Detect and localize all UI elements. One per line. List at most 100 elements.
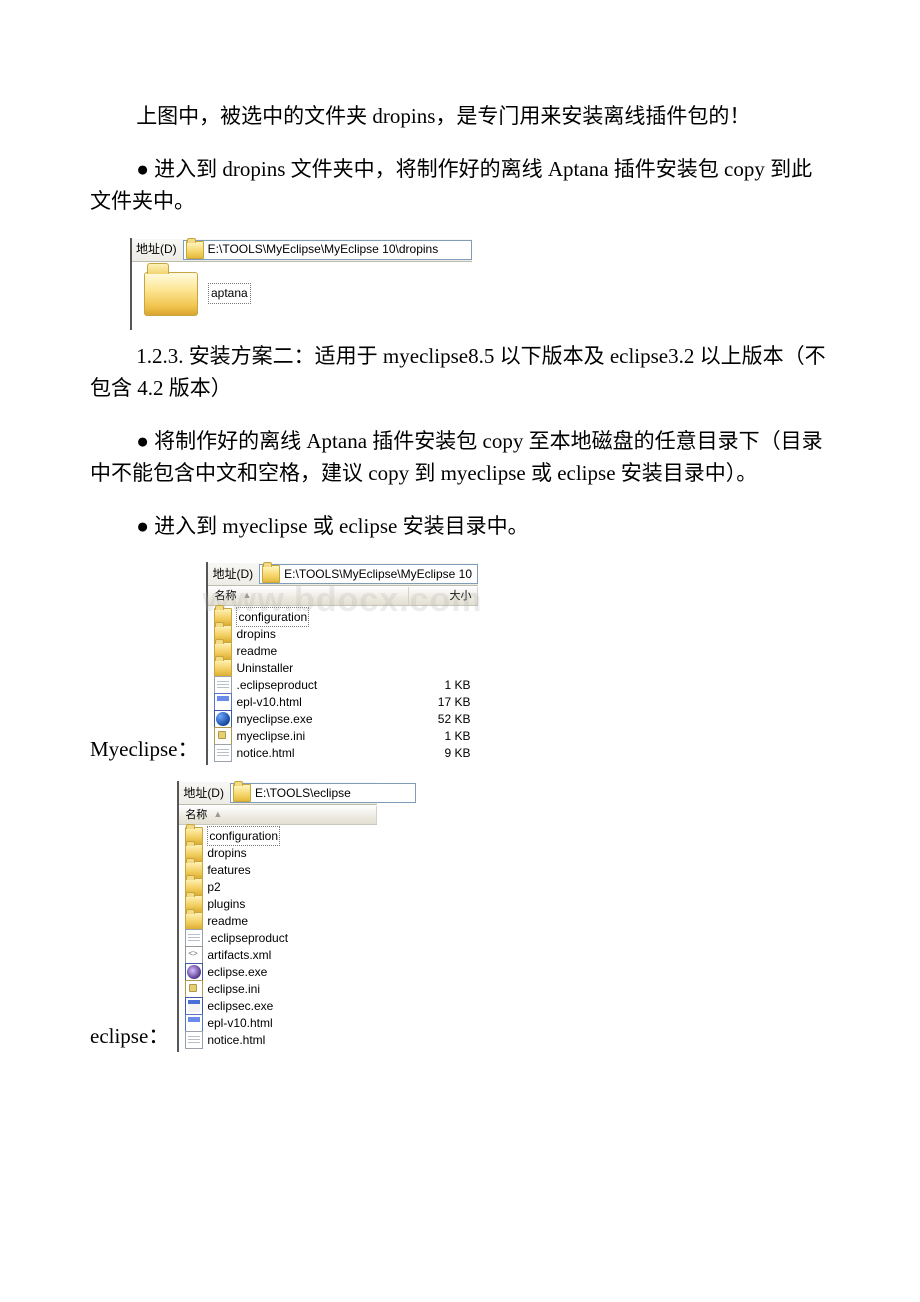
address-field[interactable]: E:\TOOLS\eclipse [230, 783, 416, 803]
list-item[interactable]: eclipsec.exe [183, 997, 373, 1014]
list-item[interactable]: .eclipseproduct 1 KB [212, 676, 474, 693]
column-header-label: 大小 [449, 588, 471, 605]
sort-asc-icon: ▲ [242, 589, 251, 603]
address-bar: 地址(D) E:\TOOLS\MyEclipse\MyEclipse 10 [208, 562, 478, 586]
list-item[interactable]: myeclipse.ini 1 KB [212, 727, 474, 744]
list-item[interactable]: readme [183, 912, 373, 929]
list-item[interactable]: p2 [183, 878, 373, 895]
address-field[interactable]: E:\TOOLS\MyEclipse\MyEclipse 10\dropins [183, 240, 472, 260]
file-icon [185, 1031, 203, 1049]
address-label: 地址(D) [179, 784, 230, 803]
file-name: notice.html [207, 1031, 265, 1050]
list-header: 名称 ▲ 大小 [208, 586, 478, 606]
paragraph: 上图中，被选中的文件夹 dropins，是专门用来安装离线插件包的！ [90, 100, 830, 133]
html-file-icon [185, 1014, 203, 1032]
file-size: 1 KB [402, 676, 474, 695]
file-icon [214, 744, 232, 762]
explorer-window: 地址(D) E:\TOOLS\MyEclipse\MyEclipse 10\dr… [130, 238, 472, 330]
paragraph: ● 进入到 dropins 文件夹中，将制作好的离线 Aptana 插件安装包 … [90, 153, 830, 218]
list-item[interactable]: eclipse.exe [183, 963, 373, 980]
file-name: eclipse.ini [207, 980, 260, 999]
folder-label[interactable]: aptana [208, 283, 251, 304]
address-label: 地址(D) [132, 240, 183, 259]
column-header-size[interactable]: 大小 [409, 587, 478, 605]
paragraph: ● 将制作好的离线 Aptana 插件安装包 copy 至本地磁盘的任意目录下（… [90, 425, 830, 490]
file-name: plugins [207, 895, 245, 914]
file-size: 17 KB [402, 693, 474, 712]
address-field[interactable]: E:\TOOLS\MyEclipse\MyEclipse 10 [259, 564, 478, 584]
ini-file-icon [185, 980, 203, 998]
paragraph: ● 进入到 myeclipse 或 eclipse 安装目录中。 [90, 510, 830, 543]
file-list: configurationdropinsfeaturesp2pluginsrea… [179, 825, 377, 1052]
list-item[interactable]: myeclipse.exe 52 KB [212, 710, 474, 727]
file-size: 9 KB [402, 744, 474, 763]
file-size: 52 KB [402, 710, 474, 729]
file-size: 1 KB [402, 727, 474, 746]
folder-icon [214, 659, 232, 677]
column-header-name[interactable]: 名称 ▲ [179, 806, 377, 824]
file-name: dropins [236, 625, 275, 644]
folder-open-icon [262, 565, 280, 583]
list-header: 名称 ▲ [179, 805, 377, 825]
list-item[interactable]: epl-v10.html [183, 1014, 373, 1031]
list-item[interactable]: Uninstaller [212, 659, 474, 676]
address-path: E:\TOOLS\eclipse [255, 784, 351, 803]
list-item[interactable]: epl-v10.html 17 KB [212, 693, 474, 710]
exe-file-icon [214, 710, 232, 728]
sort-asc-icon: ▲ [213, 808, 222, 822]
list-item[interactable]: configuration [212, 608, 474, 625]
list-item[interactable]: readme [212, 642, 474, 659]
explorer-window: 地址(D) E:\TOOLS\eclipse 名称 ▲ configuratio… [177, 781, 377, 1052]
folder-open-icon [233, 784, 251, 802]
column-header-name[interactable]: 名称 ▲ [208, 587, 409, 605]
ini-file-icon [214, 727, 232, 745]
folder-icon[interactable] [144, 272, 198, 316]
address-bar: 地址(D) E:\TOOLS\eclipse [179, 781, 377, 805]
list-item[interactable]: notice.html [183, 1031, 373, 1048]
caption: eclipse： [90, 1020, 169, 1053]
file-icon [214, 676, 232, 694]
file-list: aptana [132, 262, 472, 330]
list-item[interactable]: dropins [183, 844, 373, 861]
list-item[interactable]: features [183, 861, 373, 878]
list-item[interactable]: artifacts.xml [183, 946, 373, 963]
list-item[interactable]: plugins [183, 895, 373, 912]
address-label: 地址(D) [208, 565, 259, 584]
paragraph: 1.2.3. 安装方案二：适用于 myeclipse8.5 以下版本及 ecli… [90, 340, 830, 405]
file-name: myeclipse.exe [236, 710, 312, 729]
document-page: 上图中，被选中的文件夹 dropins，是专门用来安装离线插件包的！ ● 进入到… [0, 0, 920, 1108]
file-name: epl-v10.html [236, 693, 301, 712]
file-name: .eclipseproduct [207, 929, 288, 948]
file-name: features [207, 861, 250, 880]
list-item[interactable]: eclipse.ini [183, 980, 373, 997]
exe-file-icon [185, 963, 203, 981]
exe-file-icon [185, 997, 203, 1015]
file-icon [185, 929, 203, 947]
list-item[interactable]: dropins [212, 625, 474, 642]
folder-open-icon [186, 241, 204, 259]
file-name: eclipsec.exe [207, 997, 273, 1016]
file-name: notice.html [236, 744, 294, 763]
file-name: artifacts.xml [207, 946, 271, 965]
xml-file-icon [185, 946, 203, 964]
file-name: dropins [207, 844, 246, 863]
file-name: .eclipseproduct [236, 676, 317, 695]
file-name: Uninstaller [236, 659, 293, 678]
list-item[interactable]: notice.html 9 KB [212, 744, 474, 761]
file-name: readme [207, 912, 248, 931]
file-name: readme [236, 642, 277, 661]
address-path: E:\TOOLS\MyEclipse\MyEclipse 10\dropins [208, 240, 439, 259]
list-item[interactable]: configuration [183, 827, 373, 844]
caption: Myeclipse： [90, 733, 198, 766]
file-name: eclipse.exe [207, 963, 267, 982]
folder-icon [185, 912, 203, 930]
html-file-icon [214, 693, 232, 711]
address-path: E:\TOOLS\MyEclipse\MyEclipse 10 [284, 565, 472, 584]
file-name: p2 [207, 878, 220, 897]
explorer-window: www.bdocx.com 地址(D) E:\TOOLS\MyEclipse\M… [206, 562, 478, 765]
file-list: configurationdropinsreadmeUninstaller.ec… [208, 606, 478, 765]
file-name: epl-v10.html [207, 1014, 272, 1033]
list-item[interactable]: .eclipseproduct [183, 929, 373, 946]
address-bar: 地址(D) E:\TOOLS\MyEclipse\MyEclipse 10\dr… [132, 238, 472, 262]
file-name: myeclipse.ini [236, 727, 305, 746]
